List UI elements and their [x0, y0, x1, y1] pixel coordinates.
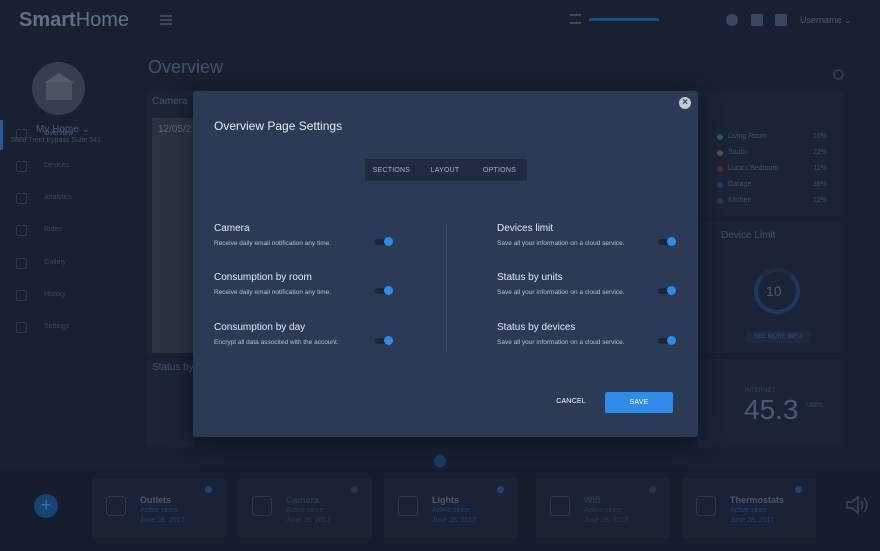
setting-devices-limit: Devices limit Save all your information …: [497, 223, 677, 263]
setting-title: Status by devices: [497, 322, 576, 333]
column-divider: [446, 224, 447, 352]
settings-modal: Overview Page Settings × SECTIONS LAYOUT…: [193, 91, 698, 437]
setting-title: Status by units: [497, 272, 563, 283]
setting-status-by-units: Status by units Save all your informatio…: [497, 272, 677, 312]
setting-title: Consumption by day: [214, 322, 306, 333]
setting-title: Consumption by room: [214, 272, 312, 283]
tab-sections[interactable]: SECTIONS: [365, 159, 418, 181]
setting-description: Receive daily email notification any tim…: [214, 289, 332, 296]
setting-description: Encrypt all data associted with the acco…: [214, 339, 339, 346]
tab-layout[interactable]: LAYOUT: [418, 159, 472, 181]
setting-description: Save all your information on a cloud ser…: [497, 289, 625, 296]
setting-description: Save all your information on a cloud ser…: [497, 240, 625, 247]
modal-title: Overview Page Settings: [214, 119, 343, 133]
status-by-devices-toggle[interactable]: [658, 336, 676, 345]
setting-title: Devices limit: [497, 223, 554, 234]
modal-tabs: SECTIONS LAYOUT OPTIONS: [365, 159, 527, 181]
devices-limit-toggle[interactable]: [658, 237, 676, 246]
setting-title: Camera: [214, 223, 250, 234]
setting-consumption-by-day: Consumption by day Encrypt all data asso…: [214, 322, 394, 362]
consumption-by-room-toggle[interactable]: [375, 286, 393, 295]
close-icon[interactable]: ×: [679, 97, 691, 109]
setting-consumption-by-room: Consumption by room Receive daily email …: [214, 272, 394, 312]
consumption-by-day-toggle[interactable]: [375, 336, 393, 345]
camera-toggle[interactable]: [375, 237, 393, 246]
status-by-units-toggle[interactable]: [658, 286, 676, 295]
save-button[interactable]: SAVE: [605, 392, 673, 413]
setting-description: Save all your information on a cloud ser…: [497, 339, 625, 346]
setting-status-by-devices: Status by devices Save all your informat…: [497, 322, 677, 362]
setting-camera: Camera Receive daily email notification …: [214, 223, 394, 263]
cancel-button[interactable]: CANCEL: [547, 393, 595, 409]
setting-description: Receive daily email notification any tim…: [214, 240, 332, 247]
tab-options[interactable]: OPTIONS: [472, 159, 527, 181]
